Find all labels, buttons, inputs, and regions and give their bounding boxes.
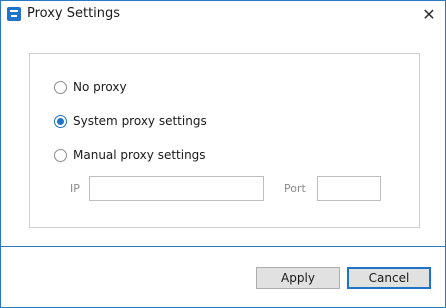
port-field[interactable] [317,176,381,201]
footer-separator [1,246,445,247]
manual-proxy-label: Manual proxy settings [73,148,206,162]
system-proxy-radio[interactable] [54,114,67,128]
proxy-options-panel: No proxy System proxy settings Manual pr… [29,53,420,228]
ip-label: IP [70,182,80,195]
ip-field[interactable] [89,176,264,201]
option-no-proxy[interactable]: No proxy [54,78,127,96]
cancel-button[interactable]: Cancel [347,267,431,289]
app-icon [7,7,21,21]
window-title: Proxy Settings [27,6,121,21]
port-label: Port [284,182,306,195]
system-proxy-label: System proxy settings [73,114,207,128]
no-proxy-label: No proxy [73,80,127,94]
manual-proxy-radio[interactable] [54,148,67,162]
title-bar: Proxy Settings ✕ [1,1,445,29]
close-icon[interactable]: ✕ [419,5,439,25]
apply-button[interactable]: Apply [256,267,340,289]
proxy-settings-window: Proxy Settings ✕ No proxy System proxy s… [0,0,446,308]
option-system-proxy[interactable]: System proxy settings [54,112,207,130]
option-manual-proxy[interactable]: Manual proxy settings [54,146,206,164]
no-proxy-radio[interactable] [54,80,67,94]
